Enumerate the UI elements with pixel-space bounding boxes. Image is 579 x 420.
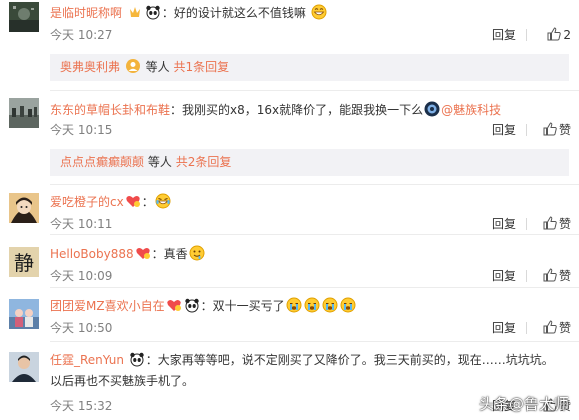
- avatar[interactable]: [9, 98, 39, 128]
- comment-username[interactable]: 任霆_RenYun: [50, 353, 124, 367]
- comment-content: 团团爱MZ喜欢小自在 ：双十一买亏了: [50, 297, 571, 314]
- divider: [50, 90, 579, 91]
- reply-summary[interactable]: 奥弗奥利弗 等人 共1条回复: [50, 54, 569, 81]
- avatar[interactable]: [9, 193, 39, 223]
- divider: [526, 218, 527, 230]
- drool-emoji-icon: [189, 245, 205, 261]
- mention-avatar-icon: [424, 101, 440, 117]
- comment-text: 双十一买亏了: [212, 299, 285, 313]
- thumbs-up-icon: [543, 268, 557, 282]
- reply-button[interactable]: 回复: [492, 122, 516, 138]
- cry-emoji-icon: [340, 297, 356, 313]
- user-badge-icon: [125, 58, 141, 74]
- comment-time: 今天 10:27: [50, 28, 113, 42]
- like-button[interactable]: 赞: [531, 268, 571, 284]
- reply-button[interactable]: 回复: [492, 320, 516, 336]
- reply-button[interactable]: 回复: [492, 268, 516, 284]
- panda-icon: [129, 351, 145, 367]
- like-button[interactable]: 赞: [531, 122, 571, 138]
- avatar[interactable]: [9, 299, 39, 329]
- comment-meta: 今天 10:09 回复 赞: [50, 268, 571, 284]
- comment-time: 今天 10:11: [50, 217, 113, 231]
- svg-text:静: 静: [14, 251, 34, 275]
- divider: [50, 184, 579, 185]
- comment-content: 是临时昵称啊 ：好的设计就这么不值钱嘛: [50, 4, 571, 21]
- thumbs-up-icon: [543, 122, 557, 136]
- comment-username[interactable]: 爱吃橙子的cx: [50, 195, 124, 209]
- comment-time: 今天 10:09: [50, 269, 113, 283]
- laugh-cry-emoji-icon: [155, 193, 171, 209]
- avatar[interactable]: [9, 352, 39, 382]
- comment-username[interactable]: 是临时昵称啊: [50, 6, 122, 20]
- badge-icon: [135, 245, 151, 261]
- comment-text: 以后再也不买魅族手机了。: [50, 374, 195, 388]
- comment-username[interactable]: HelloBoby888: [50, 247, 134, 261]
- comment-content-line2: 以后再也不买魅族手机了。: [50, 373, 571, 389]
- grin-emoji-icon: [311, 4, 327, 20]
- comment-content: 东东的草帽长卦和布鞋：我刚买的x8，16x就降价了，能跟我换一下么 @魅族科技: [50, 101, 502, 117]
- like-count: 赞: [558, 123, 571, 137]
- like-count: 赞: [558, 269, 571, 283]
- divider: [526, 124, 527, 136]
- more-replies-link[interactable]: 共1条回复: [174, 60, 230, 74]
- reply-button[interactable]: 回复: [492, 27, 516, 43]
- badge-icon: [125, 193, 141, 209]
- divider: [50, 341, 579, 342]
- comment-time: 今天 15:32: [50, 399, 113, 413]
- like-button[interactable]: 2: [531, 27, 571, 43]
- comment-text: 真香: [163, 247, 188, 261]
- comment-content: 爱吃橙子的cx：: [50, 193, 571, 210]
- reply-username[interactable]: 点点点癫癫颠颠: [60, 155, 144, 169]
- like-count: 2: [563, 28, 571, 42]
- thumbs-up-icon: [543, 320, 557, 334]
- divider: [50, 287, 579, 288]
- avatar[interactable]: [9, 2, 39, 32]
- comment-time: 今天 10:50: [50, 321, 113, 335]
- vip-badge-icon: [127, 4, 143, 20]
- thumbs-up-icon: [543, 216, 557, 230]
- thumbs-up-icon: [547, 27, 562, 41]
- panda-icon: [145, 4, 161, 20]
- badge-icon: [166, 297, 182, 313]
- cry-emoji-icon: [286, 297, 302, 313]
- watermark: 头条@鲁大师: [478, 395, 569, 413]
- reply-username[interactable]: 奥弗奥利弗: [60, 60, 120, 74]
- avatar[interactable]: 静: [9, 247, 39, 277]
- like-button[interactable]: 赞: [531, 320, 571, 336]
- comment-username[interactable]: 团团爱MZ喜欢小自在: [50, 299, 165, 313]
- comment-time: 今天 10:15: [50, 123, 113, 137]
- divider: [526, 29, 527, 41]
- more-replies-link[interactable]: 共2条回复: [176, 155, 232, 169]
- like-button[interactable]: 赞: [531, 216, 571, 232]
- comment-meta: 今天 10:50 回复 赞: [50, 320, 571, 336]
- comment-meta: 今天 10:27 回复 2: [50, 27, 571, 43]
- cry-emoji-icon: [322, 297, 338, 313]
- comment-text: 大家再等等吧，说不定刚买了又降价了。我三天前买的，现在……坑坑坑。: [157, 353, 554, 367]
- cry-emoji-icon: [304, 297, 320, 313]
- divider: [526, 322, 527, 334]
- comment-text: 好的设计就这么不值钱嘛: [173, 6, 306, 20]
- comment-content: 任霆_RenYun ：大家再等等吧，说不定刚买了又降价了。我三天前买的，现在………: [50, 351, 554, 367]
- divider: [50, 234, 579, 235]
- comment-content: HelloBoby888 ：真香: [50, 245, 571, 262]
- comment-username[interactable]: 东东的草帽长卦和布鞋: [50, 103, 170, 117]
- reply-button[interactable]: 回复: [492, 216, 516, 232]
- reply-summary[interactable]: 点点点癫癫颠颠 等人 共2条回复: [50, 149, 569, 176]
- like-count: 赞: [558, 217, 571, 231]
- mention-link[interactable]: @魅族科技: [441, 103, 501, 117]
- divider: [526, 270, 527, 282]
- comment-meta: 今天 10:11 回复 赞: [50, 216, 571, 232]
- panda-icon: [184, 297, 200, 313]
- like-count: 赞: [558, 321, 571, 335]
- comment-text: 我刚买的x8，16x就降价了，能跟我换一下么: [182, 103, 424, 117]
- comment-meta: 今天 10:15 回复 赞: [50, 122, 571, 138]
